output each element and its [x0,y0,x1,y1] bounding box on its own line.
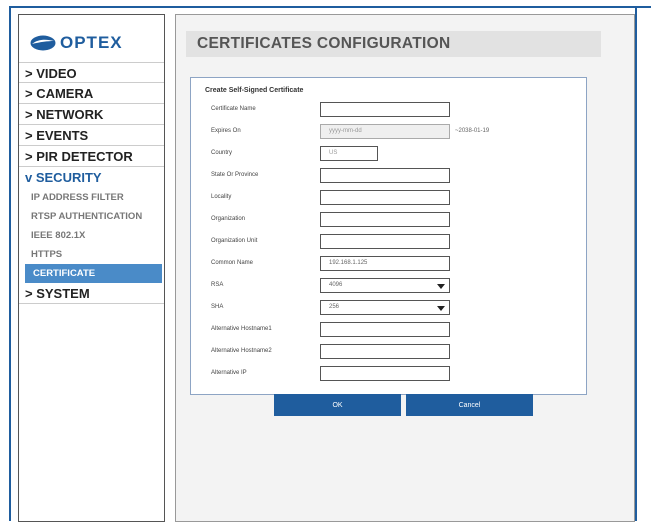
ok-button[interactable]: OK [274,394,401,416]
sidebar-item-video[interactable]: > VIDEO [19,62,164,83]
country-input[interactable]: US [320,146,378,161]
cancel-button[interactable]: Cancel [406,394,533,416]
rsa-label: RSA [211,282,224,288]
certificate-name-input[interactable] [320,102,450,117]
caret-down-icon [437,284,445,289]
common-name-input[interactable]: 192.168.1.125 [320,256,450,271]
organization-unit-input[interactable] [320,234,450,249]
sidebar-item-events[interactable]: > EVENTS [19,125,164,146]
certificate-name-label: Certificate Name [211,106,256,112]
sidebar-item-security[interactable]: v SECURITY [19,167,164,188]
logo-text: OPTEX [60,33,123,52]
alt-hostname1-input[interactable] [320,322,450,337]
alt-hostname2-label: Alternative Hostname2 [211,348,272,354]
sha-label: SHA [211,304,224,310]
locality-input[interactable] [320,190,450,205]
sidebar-item-network[interactable]: > NETWORK [19,104,164,125]
page-title: CERTIFICATES CONFIGURATION [197,35,451,52]
state-province-input[interactable] [320,168,450,183]
sha-select[interactable]: 256 [320,300,450,315]
organization-unit-label: Organization Unit [211,238,258,244]
organization-label: Organization [211,216,246,222]
common-name-label: Common Name [211,260,254,266]
sidebar-item-camera[interactable]: > CAMERA [19,83,164,104]
expires-on-hint: ~2038-01-19 [455,128,490,134]
caret-down-icon [437,306,445,311]
sha-select-value: 256 [329,304,340,310]
sidebar-subitem-ip-address-filter[interactable]: IP ADDRESS FILTER [19,188,164,207]
title-bar: CERTIFICATES CONFIGURATION [186,31,601,57]
state-province-label: State Or Province [211,172,259,178]
rsa-select-value: 4096 [329,282,343,288]
locality-label: Locality [211,194,232,200]
form-header: Create Self-Signed Certificate [205,87,304,94]
sidebar-nav: > VIDEO > CAMERA > NETWORK > EVENTS > PI… [19,62,164,304]
alt-hostname1-label: Alternative Hostname1 [211,326,272,332]
expires-on-input[interactable]: yyyy-mm-dd [320,124,450,139]
sidebar-item-system[interactable]: > SYSTEM [19,283,164,304]
sidebar-item-pir-detector[interactable]: > PIR DETECTOR [19,146,164,167]
alt-hostname2-input[interactable] [320,344,450,359]
optex-logo-icon [30,35,56,51]
rsa-select[interactable]: 4096 [320,278,450,293]
sidebar: OPTEX > VIDEO > CAMERA > NETWORK > EVENT… [18,14,165,522]
sidebar-subitem-rtsp-authentication[interactable]: RTSP AUTHENTICATION [19,207,164,226]
sidebar-subitem-https[interactable]: HTTPS [19,245,164,264]
content-panel: CERTIFICATES CONFIGURATION Create Self-S… [175,14,635,522]
organization-input[interactable] [320,212,450,227]
expires-on-label: Expires On [211,128,241,134]
certificate-form: Create Self-Signed Certificate Certifica… [190,77,587,395]
sidebar-subitem-ieee-8021x[interactable]: IEEE 802.1X [19,226,164,245]
country-label: Country [211,150,233,156]
alt-ip-label: Alternative IP [211,370,247,376]
logo: OPTEX [30,32,123,54]
sidebar-subitem-certificate[interactable]: CERTIFICATE [25,264,162,283]
frame-edge [637,6,651,8]
alt-ip-input[interactable] [320,366,450,381]
